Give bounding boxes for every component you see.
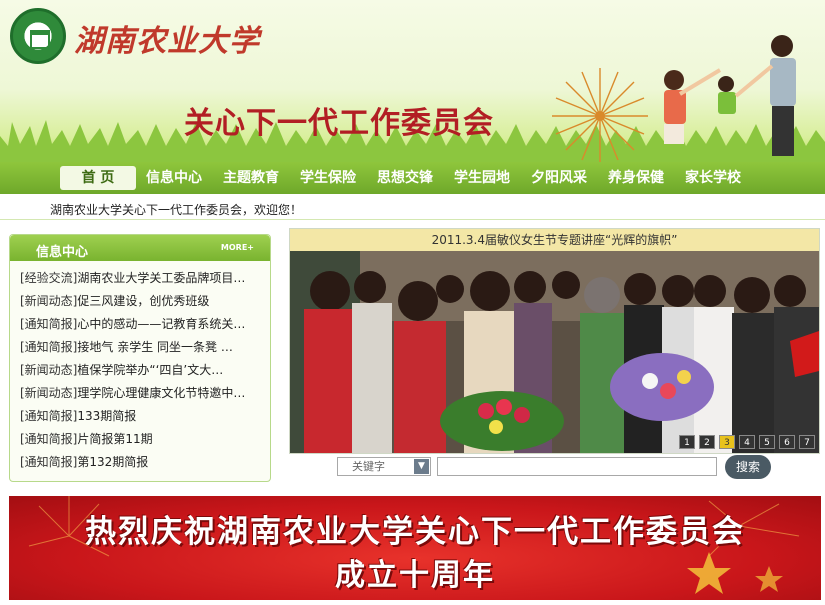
search-button[interactable]: 搜索 <box>725 455 771 479</box>
more-link[interactable]: MORE+ <box>221 243 254 252</box>
info-panel-title: 信息中心 <box>36 245 89 260</box>
university-name[interactable]: 湖南农业大学 <box>74 16 260 60</box>
family-illustration <box>664 35 796 156</box>
info-center-panel: 信息中心 MORE+ [经验交流]湖南农业大学关工委品牌项目… [新闻动态]促三… <box>9 234 271 482</box>
news-title[interactable]: 133期简报 <box>77 409 136 423</box>
list-item[interactable]: [通知简报]第132期简报 <box>20 451 266 474</box>
news-title[interactable]: 理学院心理健康文化节特邀中… <box>77 386 245 400</box>
news-title[interactable]: 湖南农业大学关工委品牌项目… <box>77 271 245 285</box>
list-item[interactable]: [新闻动态]促三风建设，创优秀班级 <box>20 290 266 313</box>
list-item[interactable]: [通知简报]接地气 亲学生 同坐一条凳 … <box>20 336 266 359</box>
nav-item-theme-education[interactable]: 主题教育 <box>223 162 279 194</box>
nav-item-info-center[interactable]: 信息中心 <box>146 162 202 194</box>
news-title[interactable]: 植保学院举办“‘四自’文大… <box>77 363 223 377</box>
slide-page-6[interactable]: 6 <box>779 435 795 449</box>
chevron-down-icon[interactable]: ▼ <box>414 459 429 474</box>
slide-page-7[interactable]: 7 <box>799 435 815 449</box>
university-seal-logo[interactable] <box>10 8 66 64</box>
news-category: [新闻动态] <box>20 294 78 308</box>
news-category: [通知简报] <box>20 409 78 423</box>
list-item[interactable]: [新闻动态]理学院心理健康文化节特邀中… <box>20 382 266 405</box>
main-nav: 首 页 信息中心 主题教育 学生保险 思想交锋 学生园地 夕阳风采 养身保健 家… <box>0 162 825 194</box>
news-category: [通知简报] <box>20 432 78 446</box>
news-category: [经验交流] <box>20 271 78 285</box>
list-item[interactable]: [通知简报]心中的感动——记教育系统关… <box>20 313 266 336</box>
welcome-message: 湖南农业大学关心下一代工作委员会，欢迎您！ <box>50 203 303 217</box>
slide-page-2[interactable]: 2 <box>699 435 715 449</box>
search-input[interactable] <box>437 457 717 476</box>
news-title[interactable]: 心中的感动——记教育系统关… <box>77 317 245 331</box>
group-photo[interactable] <box>290 251 819 453</box>
slide-page-3[interactable]: 3 <box>719 435 735 449</box>
news-category: [新闻动态] <box>20 363 78 377</box>
nav-item-student-insurance[interactable]: 学生保险 <box>300 162 356 194</box>
slide-page-4[interactable]: 4 <box>739 435 755 449</box>
news-list: [经验交流]湖南农业大学关工委品牌项目… [新闻动态]促三风建设，创优秀班级 [… <box>10 261 270 474</box>
search-type-select[interactable]: 关键字 ▼ <box>337 457 431 476</box>
slide-page-5[interactable]: 5 <box>759 435 775 449</box>
news-title[interactable]: 片简报第11期 <box>77 432 152 446</box>
list-item[interactable]: [新闻动态]植保学院举办“‘四自’文大… <box>20 359 266 382</box>
news-title[interactable]: 促三风建设，创优秀班级 <box>77 294 209 308</box>
news-category: [新闻动态] <box>20 386 78 400</box>
news-category: [通知简报] <box>20 340 78 354</box>
news-category: [通知简报] <box>20 455 78 469</box>
nav-item-parent-school[interactable]: 家长学校 <box>685 162 741 194</box>
list-item[interactable]: [经验交流]湖南农业大学关工委品牌项目… <box>20 267 266 290</box>
list-item[interactable]: [通知简报]片简报第11期 <box>20 428 266 451</box>
news-title[interactable]: 第132期简报 <box>77 455 148 469</box>
banner-headline: 热烈庆祝湖南农业大学关心下一代工作委员会 <box>85 514 745 550</box>
banner-subheadline: 成立十周年 <box>335 558 495 593</box>
news-title[interactable]: 接地气 亲学生 同坐一条凳 … <box>77 340 232 354</box>
anniversary-banner[interactable]: 热烈庆祝湖南农业大学关心下一代工作委员会 成立十周年 <box>9 496 821 600</box>
committee-title: 关心下一代工作委员会 <box>184 106 494 141</box>
slide-pager: 1 2 3 4 5 6 7 <box>679 435 815 449</box>
list-item[interactable]: [通知简报]133期简报 <box>20 405 266 428</box>
info-panel-header: 信息中心 MORE+ <box>10 235 270 261</box>
header-banner: 湖南农业大学 关心下一代工作委员会 <box>0 0 825 162</box>
photo-slideshow: 2011.3.4届敏仪女生节专题讲座“光辉的旗帜” 1 2 3 4 5 6 7 <box>289 228 820 454</box>
search-type-value: 关键字 <box>352 460 385 473</box>
nav-item-sunset-style[interactable]: 夕阳风采 <box>531 162 587 194</box>
news-category: [通知简报] <box>20 317 78 331</box>
nav-item-home[interactable]: 首 页 <box>60 166 136 190</box>
slide-page-1[interactable]: 1 <box>679 435 695 449</box>
nav-item-student-garden[interactable]: 学生园地 <box>454 162 510 194</box>
nav-item-ideas-debate[interactable]: 思想交锋 <box>377 162 433 194</box>
nav-item-health-care[interactable]: 养身保健 <box>608 162 664 194</box>
slide-caption[interactable]: 2011.3.4届敏仪女生节专题讲座“光辉的旗帜” <box>290 229 819 251</box>
